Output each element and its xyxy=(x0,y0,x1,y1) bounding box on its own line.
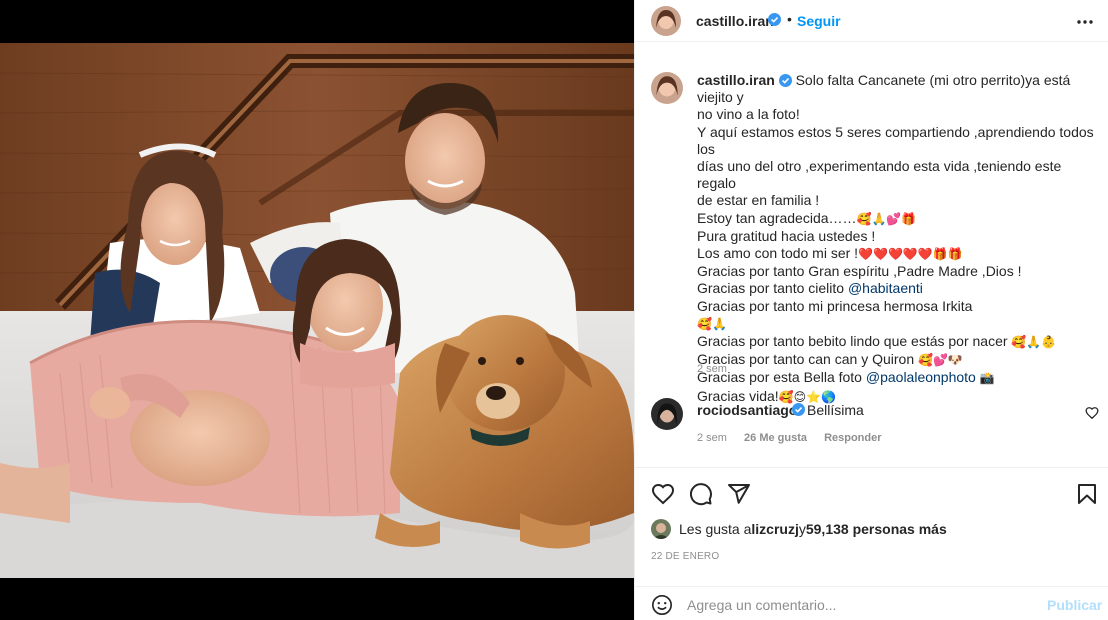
caption-line: Y aquí estamos estos 5 seres compartiend… xyxy=(697,123,1098,157)
caption-line: Gracias por tanto bebito lindo que estás… xyxy=(697,333,1012,350)
verified-badge-icon xyxy=(768,13,781,26)
caption-line: Los amo con todo mi ser ! xyxy=(697,245,859,262)
comment-text: Bellísima xyxy=(807,402,864,418)
post-media-panel xyxy=(0,0,634,620)
emoji-group: 🥰🙏 xyxy=(697,316,727,331)
emoji-group: 🥰💕🐶 xyxy=(918,353,963,368)
emoji-picker-icon[interactable] xyxy=(651,594,673,616)
bookmark-icon[interactable] xyxy=(1075,482,1099,506)
caption-timestamp[interactable]: 2 sem xyxy=(697,363,727,375)
caption-line: de estar en familia ! xyxy=(697,192,820,209)
mention-link[interactable]: @habitaenti xyxy=(848,280,923,296)
caption-line: Pura gratitud hacia ustedes ! xyxy=(697,227,876,244)
separator-dot: • xyxy=(787,11,792,27)
comment-input[interactable] xyxy=(687,593,1027,617)
emoji-group: 📸 xyxy=(979,371,995,386)
add-comment-bar: Publicar xyxy=(635,586,1108,620)
caption-line: Estoy tan agradecida…… xyxy=(697,209,857,226)
emoji-group: 🥰🙏👶 xyxy=(1011,335,1057,350)
likes-middle: y xyxy=(798,521,806,537)
comment-meta: 2 sem 26 Me gusta Responder xyxy=(697,432,896,444)
more-horizontal-icon[interactable] xyxy=(1075,12,1095,32)
emoji-group: ❤️❤️❤️❤️❤️🎁🎁 xyxy=(858,247,963,262)
post-side-panel: castillo.iran • Seguir castillo.iran Sol… xyxy=(634,0,1108,620)
caption-line: no vino a la foto! xyxy=(697,106,800,123)
caption-line: Gracias por tanto mi princesa hermosa Ir… xyxy=(697,297,973,314)
caption-author-avatar[interactable] xyxy=(651,72,683,104)
publish-button[interactable]: Publicar xyxy=(1047,597,1102,613)
verified-badge-icon xyxy=(792,403,805,416)
caption-author-username[interactable]: castillo.iran xyxy=(697,72,775,88)
comment-item: rociodsantiago Bellísima 2 sem 26 Me gus… xyxy=(651,398,1101,458)
likes-summary: Les gusta a lizcruzj y 59,138 personas m… xyxy=(651,519,1091,539)
mention-link[interactable]: @paolaleonphoto xyxy=(866,369,976,385)
comment-heart-icon[interactable] xyxy=(1085,406,1099,420)
liker-username[interactable]: lizcruzj xyxy=(751,521,798,537)
reply-button[interactable]: Responder xyxy=(824,432,881,444)
commenter-avatar[interactable] xyxy=(651,398,683,430)
caption-line: Gracias por tanto cielito xyxy=(697,280,848,297)
comment-timestamp[interactable]: 2 sem xyxy=(697,432,727,444)
likes-count[interactable]: 59,138 personas más xyxy=(806,521,947,537)
liker-avatar[interactable] xyxy=(651,519,671,539)
likes-prefix: Les gusta a xyxy=(679,521,752,537)
author-avatar[interactable] xyxy=(651,6,681,36)
commenter-username[interactable]: rociodsantiago xyxy=(697,402,797,418)
post-actions-bar xyxy=(635,467,1108,515)
post-date[interactable]: 22 DE ENERO xyxy=(651,551,719,562)
follow-button[interactable]: Seguir xyxy=(797,13,841,29)
post-photo[interactable] xyxy=(0,43,634,578)
instagram-post-view: castillo.iran • Seguir castillo.iran Sol… xyxy=(0,0,1108,620)
comment-likes[interactable]: 26 Me gusta xyxy=(744,432,807,444)
caption-line: Gracias por tanto can can y Quiron xyxy=(697,351,918,368)
heart-icon[interactable] xyxy=(651,482,675,506)
emoji-group: 🥰🙏💕🎁 xyxy=(856,211,917,226)
caption-line: días uno del otro ,experimentando esta v… xyxy=(697,158,1066,192)
share-icon[interactable] xyxy=(727,482,751,506)
verified-badge-icon xyxy=(778,74,792,87)
post-header: castillo.iran • Seguir xyxy=(635,0,1108,42)
comment-icon[interactable] xyxy=(689,482,713,506)
caption-line: Gracias por tanto Gran espíritu ,Padre M… xyxy=(697,263,1022,280)
author-username[interactable]: castillo.iran xyxy=(696,13,774,29)
caption-text: castillo.iran Solo falta Cancanete (mi o… xyxy=(697,72,1101,406)
